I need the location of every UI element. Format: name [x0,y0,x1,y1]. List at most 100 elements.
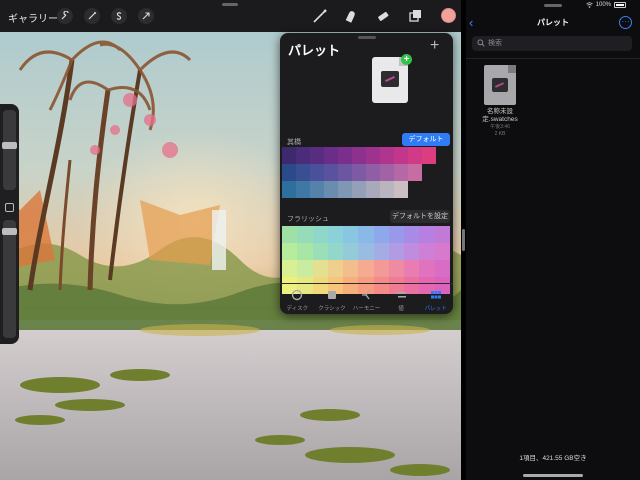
color-swatch[interactable] [282,260,298,277]
color-swatch[interactable] [388,226,405,243]
brush-size-slider[interactable] [3,110,16,190]
color-swatch[interactable] [327,226,344,243]
color-swatch[interactable] [373,243,389,260]
color-swatch[interactable] [366,164,380,181]
color-swatch[interactable] [324,164,338,181]
color-swatch[interactable] [338,147,352,164]
color-swatch[interactable] [366,181,380,198]
multitask-handle[interactable] [222,3,238,6]
color-swatch[interactable] [434,260,450,277]
color-swatch[interactable] [394,147,408,164]
smudge-icon[interactable] [342,7,360,25]
color-swatch[interactable] [296,164,310,181]
color-swatch[interactable] [343,226,359,243]
color-swatch[interactable] [394,181,408,198]
home-indicator[interactable] [523,474,583,477]
color-swatch[interactable] [310,164,324,181]
opacity-slider[interactable] [3,220,16,338]
color-swatch[interactable] [380,181,394,198]
color-swatch[interactable] [312,243,328,260]
selection-s-icon[interactable] [111,8,127,24]
eraser-icon[interactable] [374,7,392,25]
color-swatch[interactable] [422,164,436,181]
gallery-button[interactable]: ギャラリー [8,10,58,25]
color-swatch[interactable] [419,226,435,243]
color-swatch[interactable] [394,164,408,181]
color-swatch[interactable] [343,260,359,277]
color-swatch[interactable] [297,243,313,260]
color-swatch[interactable] [408,181,422,198]
color-swatch[interactable] [282,243,298,260]
color-swatch[interactable] [358,226,374,243]
color-swatch[interactable] [297,226,313,243]
color-swatch[interactable] [296,147,310,164]
color-swatch[interactable] [436,164,450,181]
color-swatch[interactable] [352,164,366,181]
tab-value[interactable]: 値 [384,284,419,314]
color-swatch[interactable] [422,147,436,164]
set-default-button[interactable]: デフォルトを設定 [390,210,450,223]
tab-disc[interactable]: ディスク [280,284,315,314]
color-swatch[interactable] [404,226,420,243]
layers-icon[interactable] [406,7,424,25]
color-swatch[interactable] [338,164,352,181]
color-swatch[interactable] [282,181,296,198]
color-swatch[interactable] [338,181,352,198]
wrench-icon[interactable] [57,8,73,24]
color-swatch[interactable] [343,243,359,260]
color-swatch[interactable] [408,164,422,181]
tab-palette[interactable]: パレット [418,284,453,314]
color-swatch[interactable] [408,147,422,164]
color-swatch[interactable] [422,181,436,198]
color-swatch[interactable] [404,260,420,277]
color-swatch[interactable] [310,181,324,198]
modify-button[interactable] [5,203,14,212]
color-picker-swatch[interactable] [441,8,456,23]
color-swatch[interactable] [296,181,310,198]
color-swatch[interactable] [312,226,328,243]
color-swatch[interactable] [373,226,389,243]
search-bar[interactable] [472,36,632,51]
color-swatch[interactable] [380,164,394,181]
color-swatch[interactable] [436,181,450,198]
file-item[interactable]: 名称未設 定.swatches 午後3:46 2 KB [477,65,523,138]
color-swatch[interactable] [352,181,366,198]
opacity-thumb[interactable] [2,228,17,235]
color-swatch[interactable] [324,181,338,198]
color-swatch[interactable] [436,147,450,164]
transform-arrow-icon[interactable] [138,8,154,24]
search-input[interactable] [488,36,628,51]
color-swatch[interactable] [419,243,435,260]
tab-classic[interactable]: クラシック [315,284,350,314]
color-swatch[interactable] [404,243,420,260]
color-swatch[interactable] [358,243,374,260]
color-swatch[interactable] [282,226,298,243]
add-palette-button[interactable]: + [430,37,439,55]
more-options-icon[interactable]: ··· [619,16,632,29]
color-swatch[interactable] [434,243,450,260]
split-view-handle[interactable] [462,229,465,251]
color-swatch[interactable] [366,147,380,164]
panel-handle[interactable] [358,36,376,39]
color-swatch[interactable] [380,147,394,164]
tab-harmony[interactable]: ハーモニー [349,284,384,314]
color-swatch[interactable] [434,226,450,243]
color-swatch[interactable] [327,243,344,260]
default-button[interactable]: デフォルト [402,133,450,146]
color-swatch[interactable] [419,260,435,277]
color-swatch[interactable] [358,260,374,277]
color-swatch[interactable] [324,147,338,164]
color-swatch[interactable] [327,260,344,277]
color-swatch[interactable] [282,164,296,181]
color-swatch[interactable] [373,260,389,277]
brush-icon[interactable] [311,7,329,25]
brush-size-thumb[interactable] [2,142,17,149]
color-swatch[interactable] [388,260,405,277]
color-swatch[interactable] [352,147,366,164]
color-swatch[interactable] [388,243,405,260]
color-swatch[interactable] [312,260,328,277]
multitask-handle[interactable] [544,4,562,7]
color-swatch[interactable] [282,147,296,164]
color-swatch[interactable] [297,260,313,277]
color-swatch[interactable] [310,147,324,164]
